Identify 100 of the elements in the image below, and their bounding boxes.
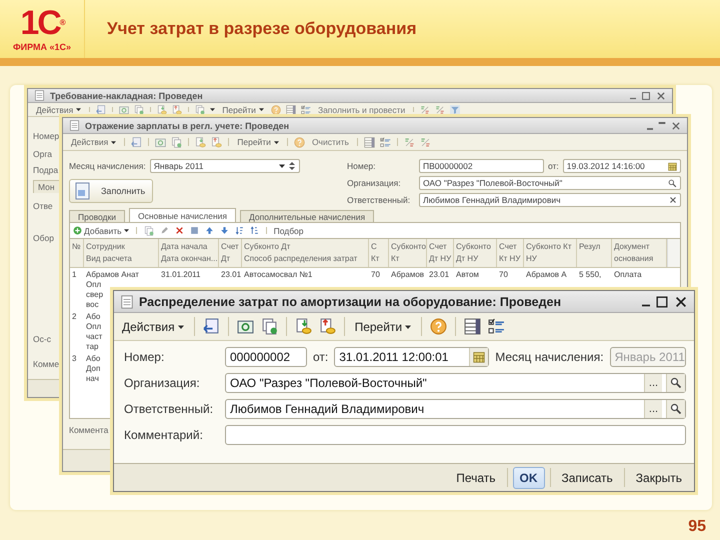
tab[interactable]: Дополнительные начисления [240, 210, 374, 222]
month-field[interactable]: Январь 2011 [150, 159, 300, 173]
field-label: от: [313, 350, 328, 364]
table-cell-text: Автосамосвал №1 [243, 270, 314, 280]
tab[interactable]: Мон [33, 180, 60, 193]
organization-field[interactable]: ОАО "Разрез "Полевой-Восточный" [419, 176, 681, 190]
copy-icon[interactable] [260, 318, 278, 335]
checklist-icon[interactable] [300, 104, 311, 114]
fill-button[interactable]: Заполнить [69, 179, 153, 203]
field-label: Ответственный: [124, 402, 214, 416]
menu-button[interactable]: Действия [69, 137, 118, 147]
field-label: Номер: [124, 350, 166, 364]
rows-icon[interactable] [464, 318, 482, 335]
table-cell-text: Оплата [613, 270, 643, 280]
toolbar-button[interactable]: Очистить [310, 137, 351, 147]
document-coins-icon[interactable] [318, 318, 336, 335]
row-number: 3 [71, 354, 78, 364]
search-button[interactable] [666, 374, 685, 392]
menu-button[interactable]: Действия [120, 320, 186, 334]
column-header[interactable]: № [70, 239, 84, 267]
ledger-icon[interactable] [420, 104, 430, 114]
window-title: Отражение зарплаты в регл. учете: Проведен [85, 120, 290, 130]
document-coins-icon[interactable] [294, 318, 312, 335]
date-field[interactable]: 31.01.2011 12:00:01 [334, 347, 490, 367]
document-coins-icon[interactable] [172, 104, 182, 114]
menu-button[interactable]: Перейти [235, 137, 281, 147]
refresh-icon[interactable] [119, 104, 130, 114]
tab[interactable]: Основные начисления [128, 208, 236, 222]
caret-icon [210, 107, 216, 112]
refresh-icon[interactable] [236, 318, 254, 335]
help-icon[interactable] [430, 318, 448, 335]
caret-icon [76, 107, 82, 112]
copy-icon[interactable] [195, 104, 206, 114]
document-icon [75, 182, 91, 200]
field-label: Номер [33, 131, 60, 141]
help-icon[interactable] [270, 104, 281, 114]
column-header[interactable]: Сотрудник Вид расчета [84, 239, 159, 267]
copy-icon[interactable] [144, 226, 154, 236]
slide-title: Учет затрат в разрезе оборудования [106, 19, 416, 39]
dialog-button[interactable]: OK [512, 466, 544, 488]
checklist-icon[interactable] [380, 136, 391, 148]
pick-button[interactable]: Подбор [274, 226, 304, 236]
document-coins-icon[interactable] [157, 104, 168, 114]
column-header[interactable]: Счет Дт НУ [427, 239, 454, 267]
refresh-icon[interactable] [155, 136, 166, 148]
calendar-button[interactable] [469, 348, 488, 366]
ledger-icon[interactable] [404, 136, 415, 148]
table-cell-text: вос [85, 300, 100, 310]
column-header[interactable]: Резул [577, 239, 612, 267]
document-icon [120, 294, 134, 308]
filter-icon[interactable] [450, 104, 460, 114]
number-field[interactable]: ПВ00000002 [419, 159, 544, 173]
table-cell-text: Доп [85, 364, 102, 374]
checklist-icon[interactable] [488, 318, 506, 335]
dialog-button[interactable]: Закрыть [630, 466, 688, 488]
field-label: Ответственный: [347, 195, 412, 205]
minimize-icon [647, 128, 653, 130]
responsible-field[interactable]: Любимов Геннадий Владимирович [419, 193, 681, 207]
caret-icon [258, 107, 264, 112]
organization-field[interactable]: ОАО "Разрез "Полевой-Восточный" ... [225, 373, 686, 393]
field-label: Комментарий: [124, 428, 204, 442]
number-field[interactable]: 000000002 [225, 347, 307, 367]
calendar-icon [668, 162, 677, 170]
column-header[interactable]: Счет Дт [219, 239, 242, 267]
table-cell-text: нач [85, 374, 100, 384]
comment-field[interactable] [225, 425, 686, 445]
ledger-icon[interactable] [420, 136, 431, 148]
help-icon[interactable] [294, 136, 305, 148]
column-header[interactable]: С Кт [369, 239, 389, 267]
document-coins-icon[interactable] [211, 136, 222, 148]
tab[interactable]: Проводки [69, 210, 125, 222]
sort-icon [250, 226, 259, 235]
pencil-icon [160, 226, 169, 235]
add-button[interactable]: Добавить [73, 226, 129, 236]
document-coins-icon[interactable] [195, 136, 206, 148]
search-icon [668, 178, 677, 188]
table-cell-text: 5 550, [578, 270, 602, 280]
search-button[interactable] [666, 400, 685, 418]
close-icon [671, 120, 681, 130]
dialog-button[interactable]: Печать [450, 466, 502, 488]
dialog-button[interactable]: Записать [556, 466, 619, 488]
choose-button[interactable]: ... [644, 400, 662, 418]
copy-icon[interactable] [171, 136, 182, 148]
field-label: Организация: [124, 376, 201, 390]
menu-button[interactable]: Перейти [352, 320, 414, 334]
field-label: от: [548, 161, 559, 171]
responsible-field[interactable]: Любимов Геннадий Владимирович ... [225, 399, 686, 419]
column-header[interactable]: Субконто Дт НУ [454, 239, 497, 267]
column-header[interactable]: Субконто Кт НУ [524, 239, 577, 267]
copy-icon[interactable] [134, 104, 144, 114]
ledger-icon[interactable] [435, 104, 446, 114]
toolbar-button[interactable]: Заполнить и провести [316, 104, 408, 114]
date-field[interactable]: 19.03.2012 14:16:00 [562, 159, 681, 173]
choose-button[interactable]: ... [644, 374, 662, 392]
column-header[interactable]: Субконто Дт Способ распределения затрат [242, 239, 369, 267]
scrollbar[interactable] [667, 239, 680, 267]
field-label: Месяц начисления: [69, 161, 146, 171]
column-header[interactable]: Субконто Кт [389, 239, 427, 267]
column-header[interactable]: Счет Кт НУ [497, 239, 524, 267]
column-header[interactable]: Дата начала Дата окончан... [159, 239, 219, 267]
